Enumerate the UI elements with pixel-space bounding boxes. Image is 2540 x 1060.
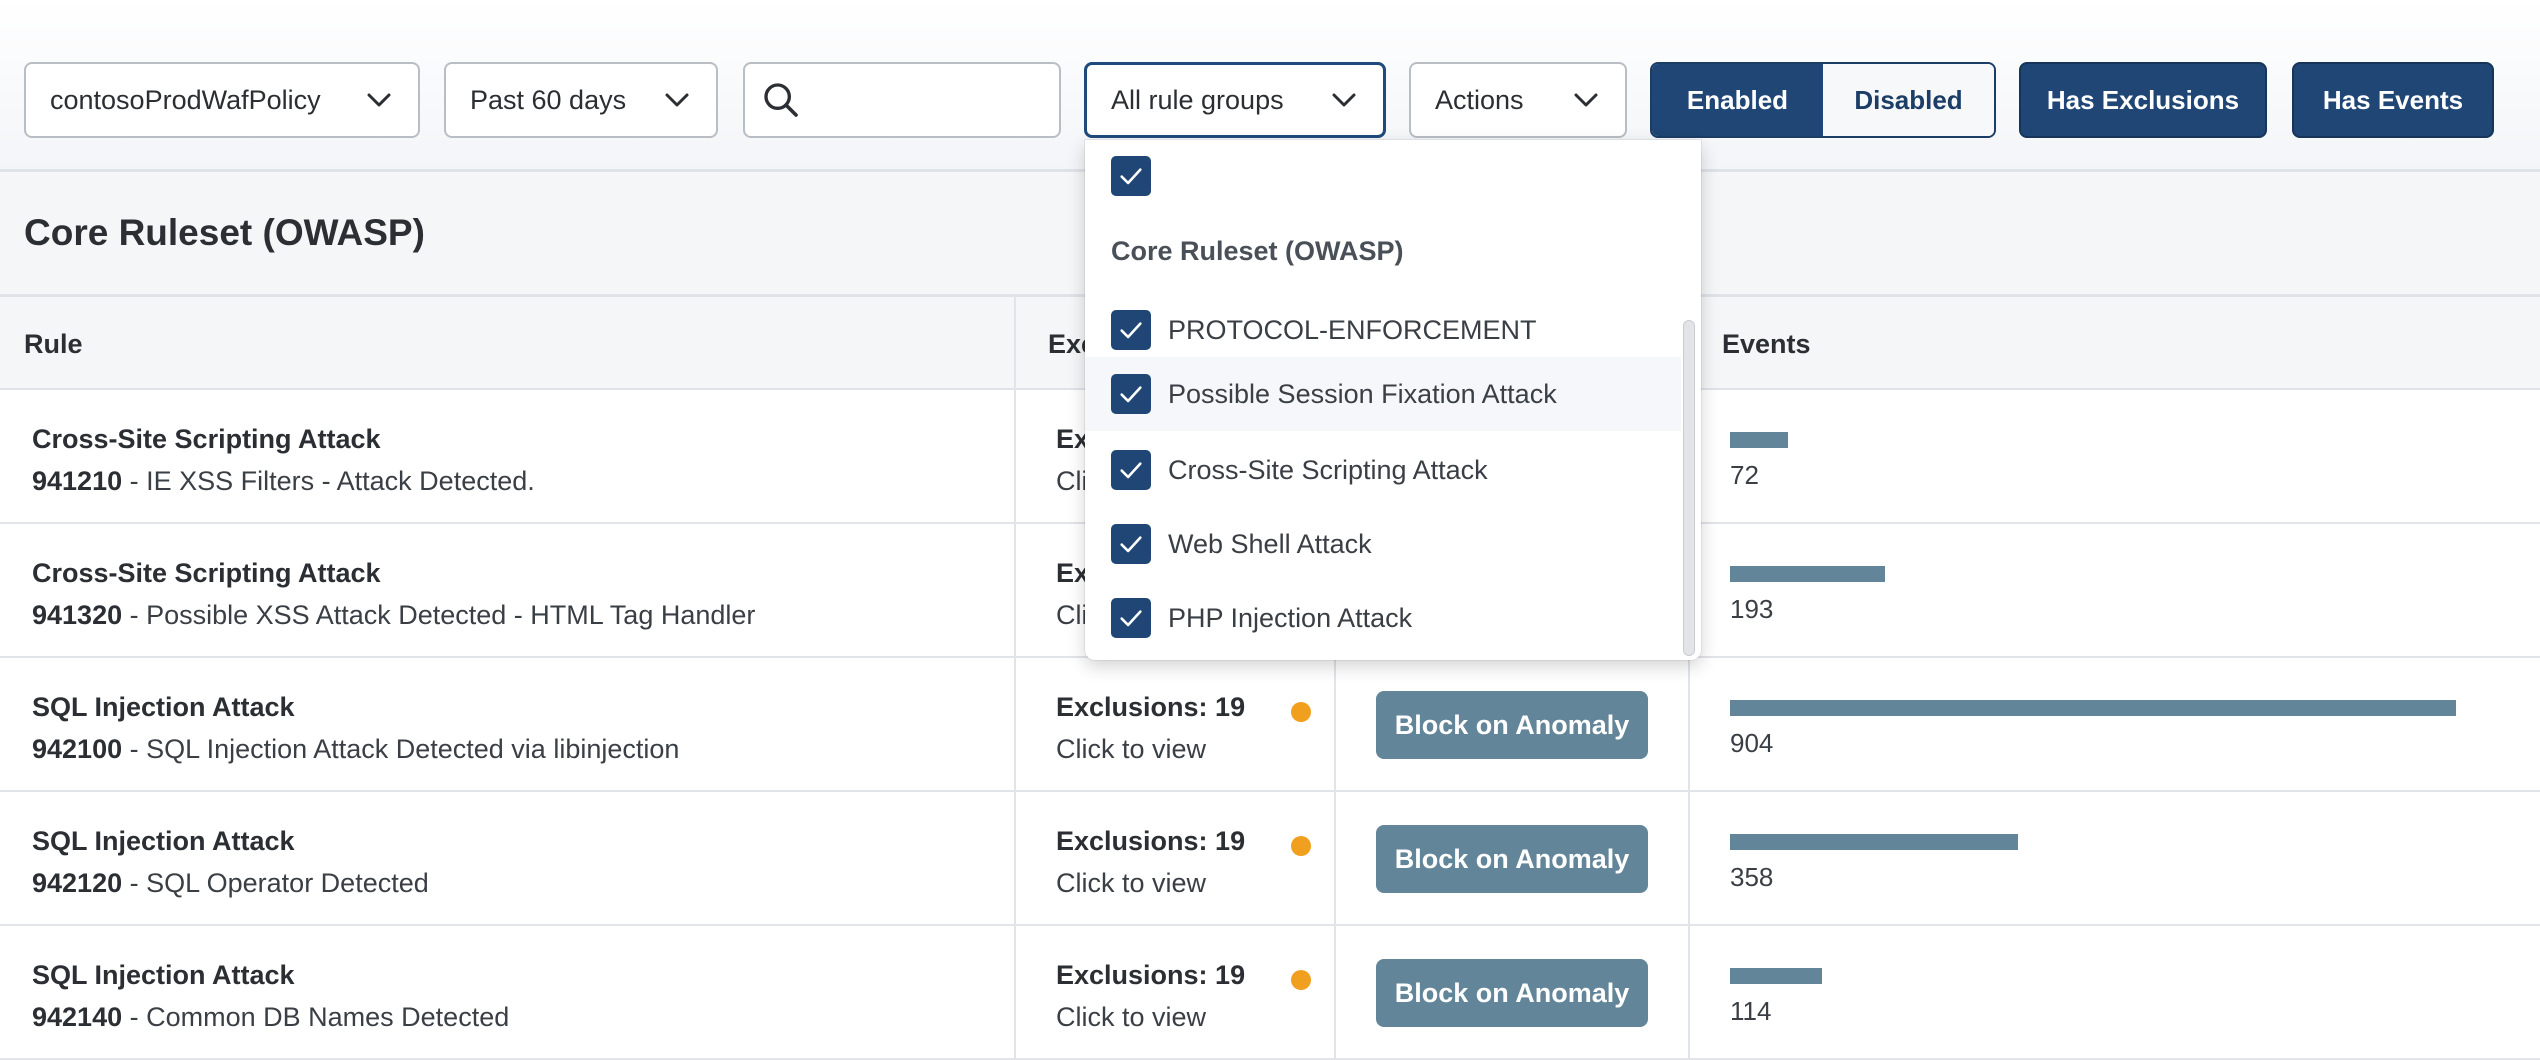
exclusions-count: Exclusions: 19: [1056, 692, 1246, 722]
chevron-down-icon: [665, 93, 689, 107]
rule-description: 941320 - Possible XSS Attack Detected - …: [32, 600, 755, 631]
events-bar: [1730, 432, 1788, 448]
rule-name: SQL Injection Attack: [32, 826, 295, 856]
rule-id: 942100: [32, 734, 123, 764]
dropdown-scrollbar[interactable]: [1683, 320, 1695, 656]
rule-id: 941210: [32, 466, 123, 496]
dropdown-option-label: Web Shell Attack: [1168, 528, 1372, 559]
has-exclusions-button[interactable]: Has Exclusions: [2019, 62, 2267, 138]
rule-description: 942140 - Common DB Names Detected: [32, 1002, 509, 1033]
disabled-toggle-button[interactable]: Disabled: [1823, 64, 1994, 136]
block-on-anomaly-button[interactable]: Block on Anomaly: [1376, 825, 1648, 893]
checkbox[interactable]: [1111, 450, 1151, 490]
select-all-checkbox[interactable]: [1111, 156, 1151, 196]
exclusions-click-to-view-link[interactable]: Click to view: [1056, 1002, 1206, 1033]
column-divider: [1014, 297, 1016, 1060]
rule-name: Cross-Site Scripting Attack: [32, 424, 381, 454]
exclusions-click-to-view-link[interactable]: Click to view: [1056, 868, 1206, 899]
column-header-events[interactable]: Events: [1722, 329, 1811, 360]
checkbox[interactable]: [1111, 598, 1151, 638]
dropdown-option-label: Possible Session Fixation Attack: [1168, 378, 1557, 409]
checkbox[interactable]: [1111, 374, 1151, 414]
column-header-rule[interactable]: Rule: [24, 329, 83, 360]
checkmark-icon: [1120, 462, 1142, 479]
checkmark-icon: [1120, 168, 1142, 185]
checkbox[interactable]: [1111, 310, 1151, 350]
rule-name: Cross-Site Scripting Attack: [32, 558, 381, 588]
rule-desc-text: - Possible XSS Attack Detected - HTML Ta…: [122, 600, 756, 630]
events-bar: [1730, 700, 2456, 716]
actions-select[interactable]: Actions: [1409, 62, 1627, 138]
dropdown-option-label: Cross-Site Scripting Attack: [1168, 454, 1488, 485]
events-bar: [1730, 968, 1822, 984]
rule-description: 942100 - SQL Injection Attack Detected v…: [32, 734, 679, 765]
checkbox[interactable]: [1111, 524, 1151, 564]
dropdown-group-label: Core Ruleset (OWASP): [1111, 236, 1404, 266]
table-row[interactable]: SQL Injection Attack 942100 - SQL Injecti…: [0, 658, 2540, 792]
checkmark-icon: [1120, 322, 1142, 339]
exclusions-count: Exclusions: 19: [1056, 960, 1246, 990]
section-title: Core Ruleset (OWASP): [24, 212, 425, 253]
table-row[interactable]: SQL Injection Attack 942120 - SQL Operato…: [0, 792, 2540, 926]
dropdown-option[interactable]: PROTOCOL-ENFORCEMENT: [1111, 310, 1537, 350]
rule-group-select[interactable]: All rule groups: [1084, 62, 1386, 138]
block-on-anomaly-button[interactable]: Block on Anomaly: [1376, 691, 1648, 759]
time-range-value: Past 60 days: [470, 84, 627, 115]
rule-group-dropdown-menu: Core Ruleset (OWASP) PROTOCOL-ENFORCEMEN…: [1085, 140, 1701, 660]
events-count: 72: [1730, 460, 1759, 490]
rule-desc-text: - Common DB Names Detected: [122, 1002, 510, 1032]
dropdown-option-label: PROTOCOL-ENFORCEMENT: [1168, 314, 1537, 345]
rule-description: 941210 - IE XSS Filters - Attack Detecte…: [32, 466, 535, 497]
rule-id: 941320: [32, 600, 123, 630]
rule-id: 942120: [32, 868, 123, 898]
time-range-select[interactable]: Past 60 days: [444, 62, 718, 138]
chevron-down-icon: [1332, 93, 1356, 107]
search-icon: [764, 83, 798, 117]
table-row[interactable]: SQL Injection Attack 942140 - Common DB N…: [0, 926, 2540, 1060]
has-events-button[interactable]: Has Events: [2292, 62, 2494, 138]
rule-desc-text: - IE XSS Filters - Attack Detected.: [122, 466, 535, 496]
dropdown-option[interactable]: PHP Injection Attack: [1111, 598, 1412, 638]
enabled-toggle-button[interactable]: Enabled: [1652, 64, 1823, 136]
events-count: 193: [1730, 594, 1774, 624]
enabled-disabled-toggle: Enabled Disabled: [1650, 62, 1996, 138]
rule-name: SQL Injection Attack: [32, 960, 295, 990]
exclusion-indicator-dot: [1291, 836, 1311, 856]
events-count: 904: [1730, 728, 1774, 758]
events-count: 114: [1730, 996, 1772, 1026]
exclusions-count: Exclusions: 19: [1056, 826, 1246, 856]
exclusions-click-to-view-link[interactable]: Click to view: [1056, 734, 1206, 765]
rule-desc-text: - SQL Operator Detected: [122, 868, 429, 898]
checkmark-icon: [1120, 386, 1142, 403]
search-input[interactable]: [743, 62, 1061, 138]
exclusion-indicator-dot: [1291, 702, 1311, 722]
policy-select-value: contosoProdWafPolicy: [50, 84, 321, 115]
rule-group-value: All rule groups: [1111, 84, 1284, 115]
rule-id: 942140: [32, 1002, 123, 1032]
chevron-down-icon: [1574, 93, 1598, 107]
rule-desc-text: - SQL Injection Attack Detected via libi…: [122, 734, 680, 764]
dropdown-option[interactable]: Cross-Site Scripting Attack: [1111, 450, 1488, 490]
events-bar: [1730, 834, 2018, 850]
chevron-down-icon: [367, 93, 391, 107]
block-on-anomaly-button[interactable]: Block on Anomaly: [1376, 959, 1648, 1027]
rule-description: 942120 - SQL Operator Detected: [32, 868, 429, 899]
policy-select[interactable]: contosoProdWafPolicy: [24, 62, 420, 138]
actions-select-value: Actions: [1435, 84, 1524, 115]
checkbox[interactable]: [1111, 156, 1151, 196]
exclusion-indicator-dot: [1291, 970, 1311, 990]
rule-name: SQL Injection Attack: [32, 692, 295, 722]
dropdown-option[interactable]: Web Shell Attack: [1111, 524, 1372, 564]
events-count: 358: [1730, 862, 1774, 892]
checkmark-icon: [1120, 610, 1142, 627]
dropdown-option-label: PHP Injection Attack: [1168, 602, 1413, 633]
checkmark-icon: [1120, 536, 1142, 553]
dropdown-option[interactable]: Possible Session Fixation Attack: [1085, 357, 1681, 431]
events-bar: [1730, 566, 1885, 582]
